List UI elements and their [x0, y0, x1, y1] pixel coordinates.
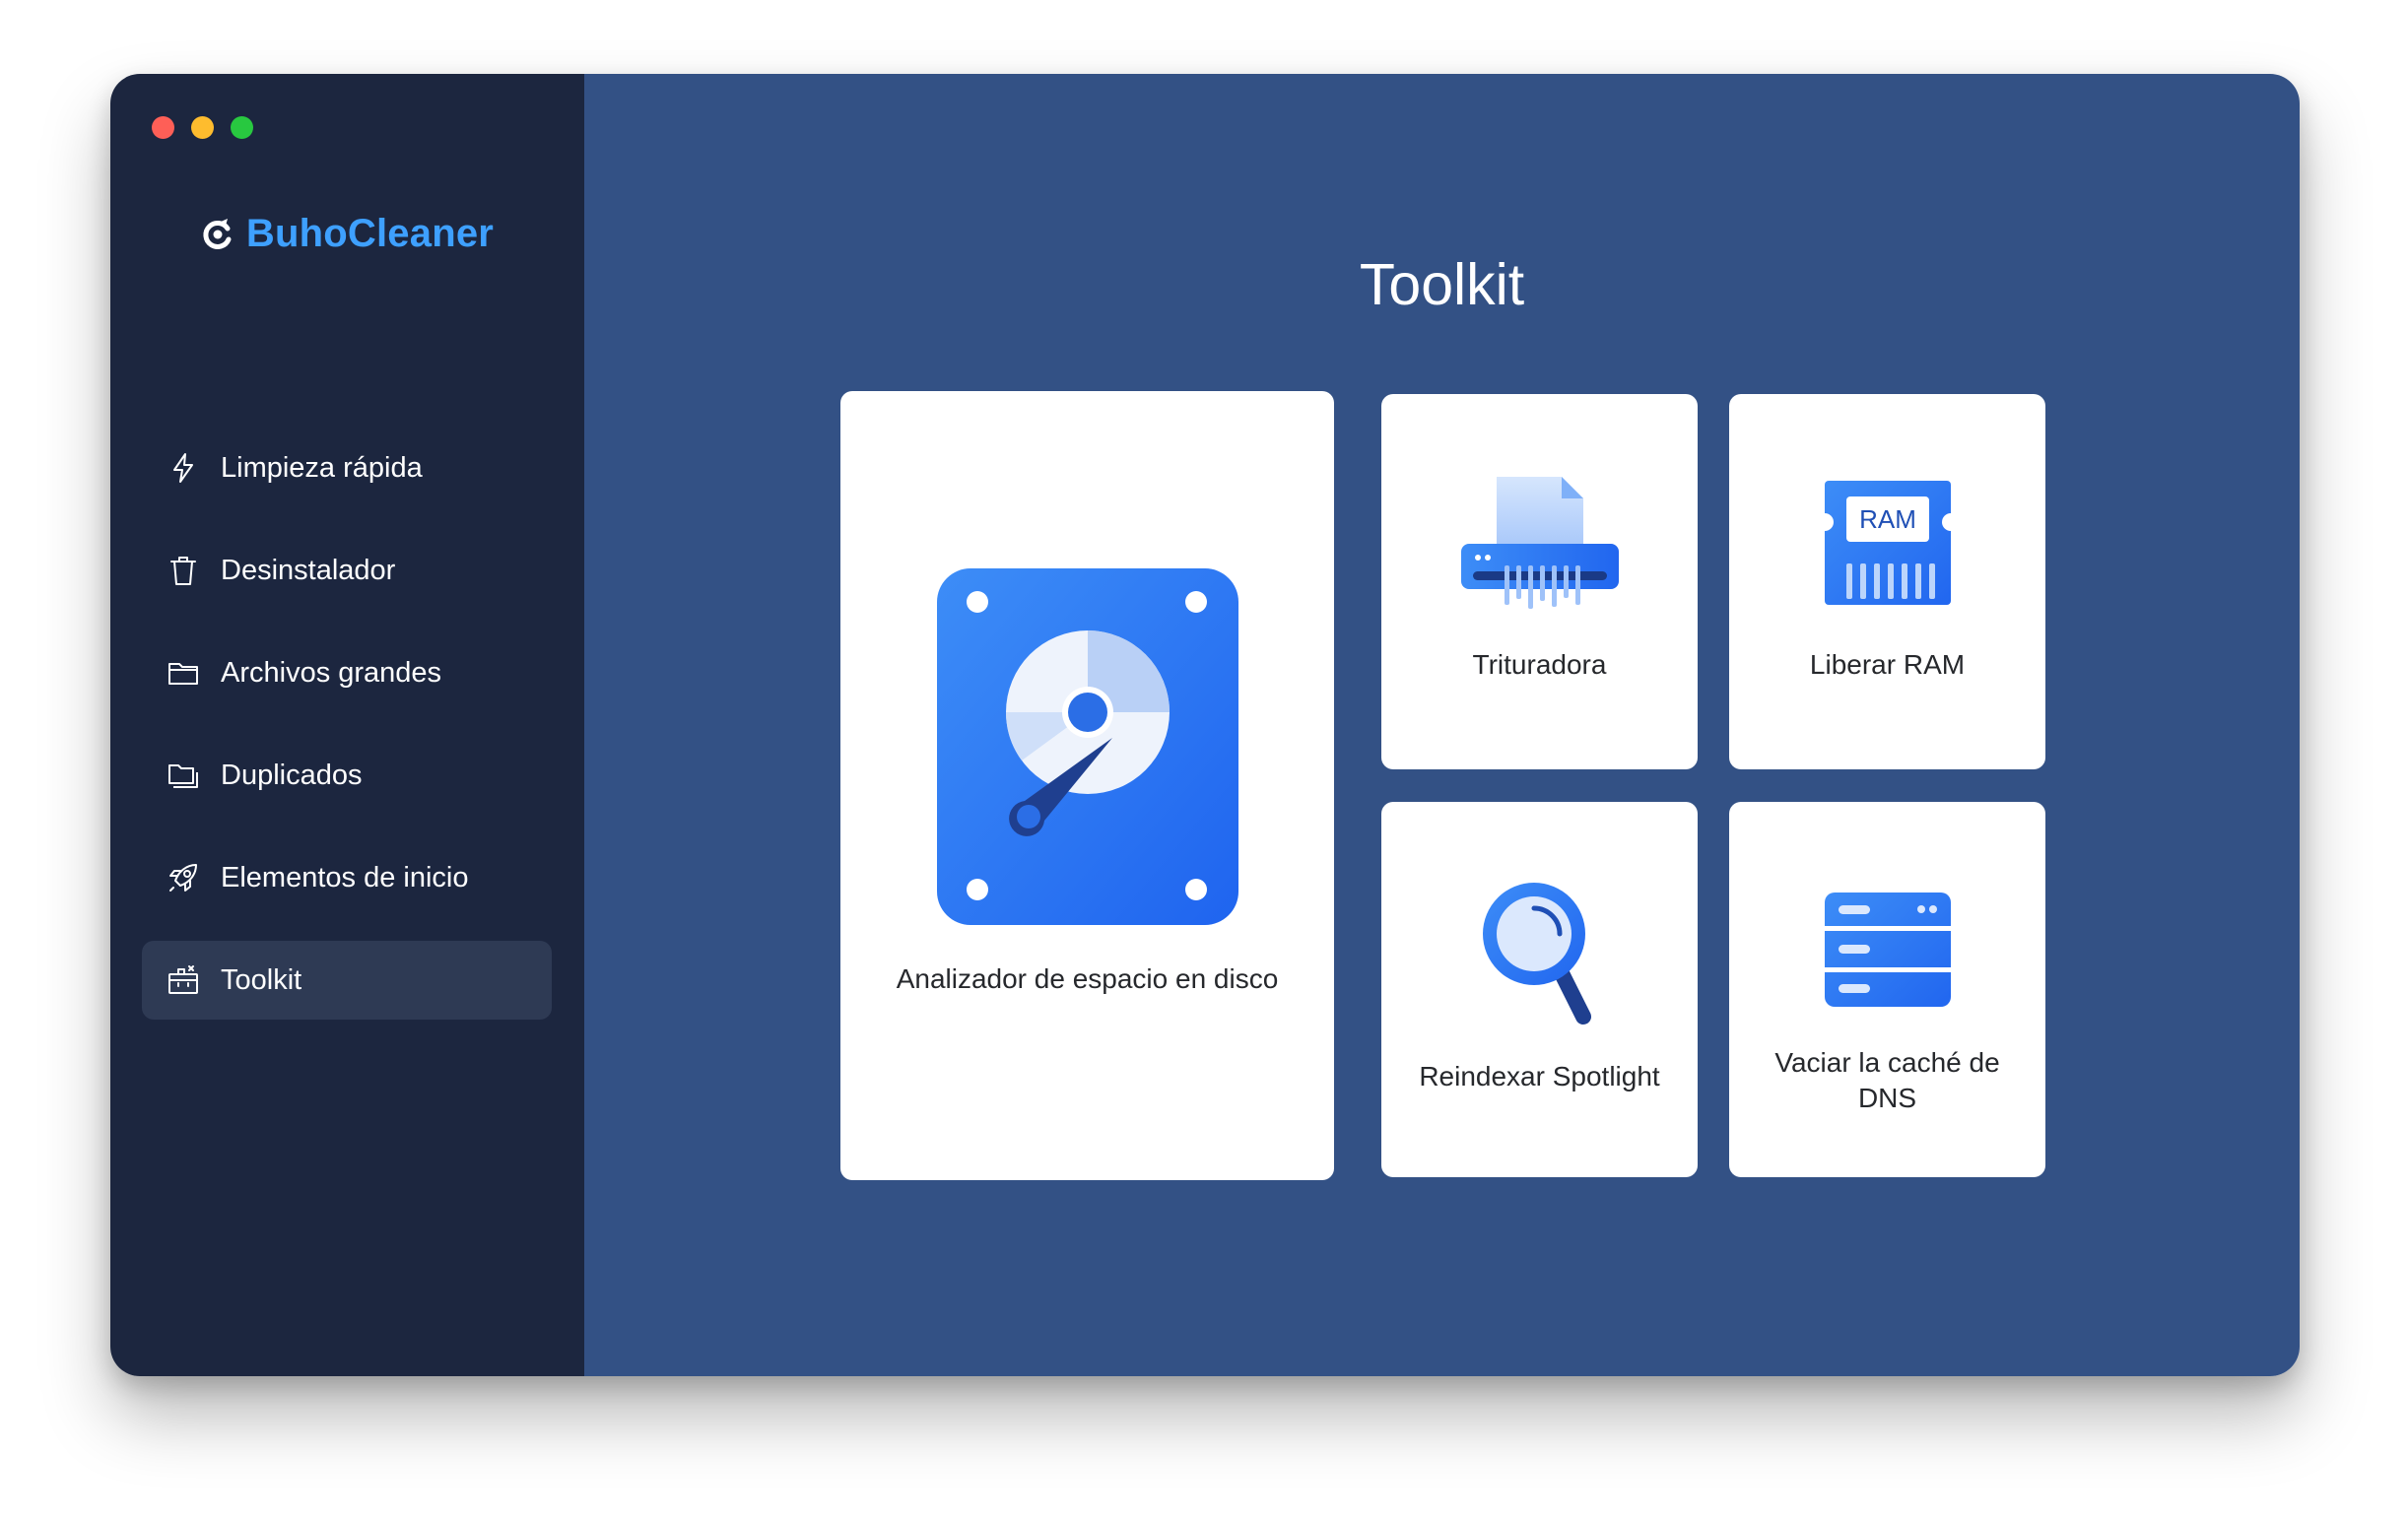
sidebar-item-limpieza-rapida[interactable]: Limpieza rápida	[142, 429, 552, 507]
sidebar-nav: Limpieza rápida Desinstalador Archivos g…	[142, 429, 552, 1043]
tool-card-shredder[interactable]: Trituradora	[1381, 394, 1698, 769]
disk-analyzer-icon	[936, 568, 1238, 930]
tool-label: Analizador de espacio en disco	[896, 963, 1279, 994]
sidebar-item-label: Archivos grandes	[221, 656, 442, 689]
zoom-window-button[interactable]	[231, 116, 253, 139]
close-window-button[interactable]	[152, 116, 174, 139]
toolkit-icon	[166, 962, 201, 998]
sidebar-item-label: Desinstalador	[221, 554, 396, 586]
server-icon	[1823, 885, 1953, 1020]
sidebar-item-elementos-de-inicio[interactable]: Elementos de inicio	[142, 838, 552, 917]
sidebar-item-label: Elementos de inicio	[221, 861, 469, 893]
sidebar-item-label: Duplicados	[221, 759, 363, 791]
sidebar-item-archivos-grandes[interactable]: Archivos grandes	[142, 633, 552, 712]
sidebar-item-label: Toolkit	[221, 963, 302, 996]
app-window: BuhoCleaner Limpieza rápida Desinstalado…	[110, 74, 2300, 1376]
brand-name: BuhoCleaner	[245, 212, 495, 255]
sidebar-item-toolkit[interactable]: Toolkit	[142, 941, 552, 1020]
shredder-icon	[1460, 477, 1619, 622]
tool-label: Reindexar Spotlight	[1419, 1061, 1660, 1091]
sidebar-item-label: Limpieza rápida	[221, 451, 423, 484]
page-title: Toolkit	[1359, 252, 1525, 317]
buho-logo-icon	[203, 218, 232, 249]
sidebar-item-desinstalador[interactable]: Desinstalador	[142, 531, 552, 610]
tool-card-flush-dns[interactable]: Vaciar la caché de DNS	[1729, 802, 2045, 1177]
tool-label: Vaciar la caché de DNS	[1774, 1047, 2000, 1114]
trash-icon	[166, 553, 201, 588]
folder-icon	[166, 655, 201, 691]
tool-label: Liberar RAM	[1809, 649, 1966, 680]
rocket-icon	[166, 860, 201, 895]
main-content: Toolkit Analizador de espacio en disco T…	[584, 74, 2300, 1376]
tool-card-free-ram[interactable]: RAM Liberar RAM	[1729, 394, 2045, 769]
tool-card-disk-analyzer[interactable]: Analizador de espacio en disco	[840, 391, 1334, 1180]
window-controls	[152, 116, 253, 139]
magnifier-icon	[1481, 881, 1599, 1033]
tool-label: Trituradora	[1472, 649, 1607, 680]
sidebar: BuhoCleaner Limpieza rápida Desinstalado…	[110, 74, 584, 1376]
brand: BuhoCleaner	[110, 212, 584, 256]
tool-card-spotlight-reindex[interactable]: Reindexar Spotlight	[1381, 802, 1698, 1177]
ram-chip-label: RAM	[1859, 504, 1916, 534]
duplicate-folder-icon	[166, 758, 201, 793]
minimize-window-button[interactable]	[191, 116, 214, 139]
ram-icon: RAM	[1815, 477, 1960, 622]
bolt-icon	[166, 450, 201, 486]
sidebar-item-duplicados[interactable]: Duplicados	[142, 736, 552, 815]
